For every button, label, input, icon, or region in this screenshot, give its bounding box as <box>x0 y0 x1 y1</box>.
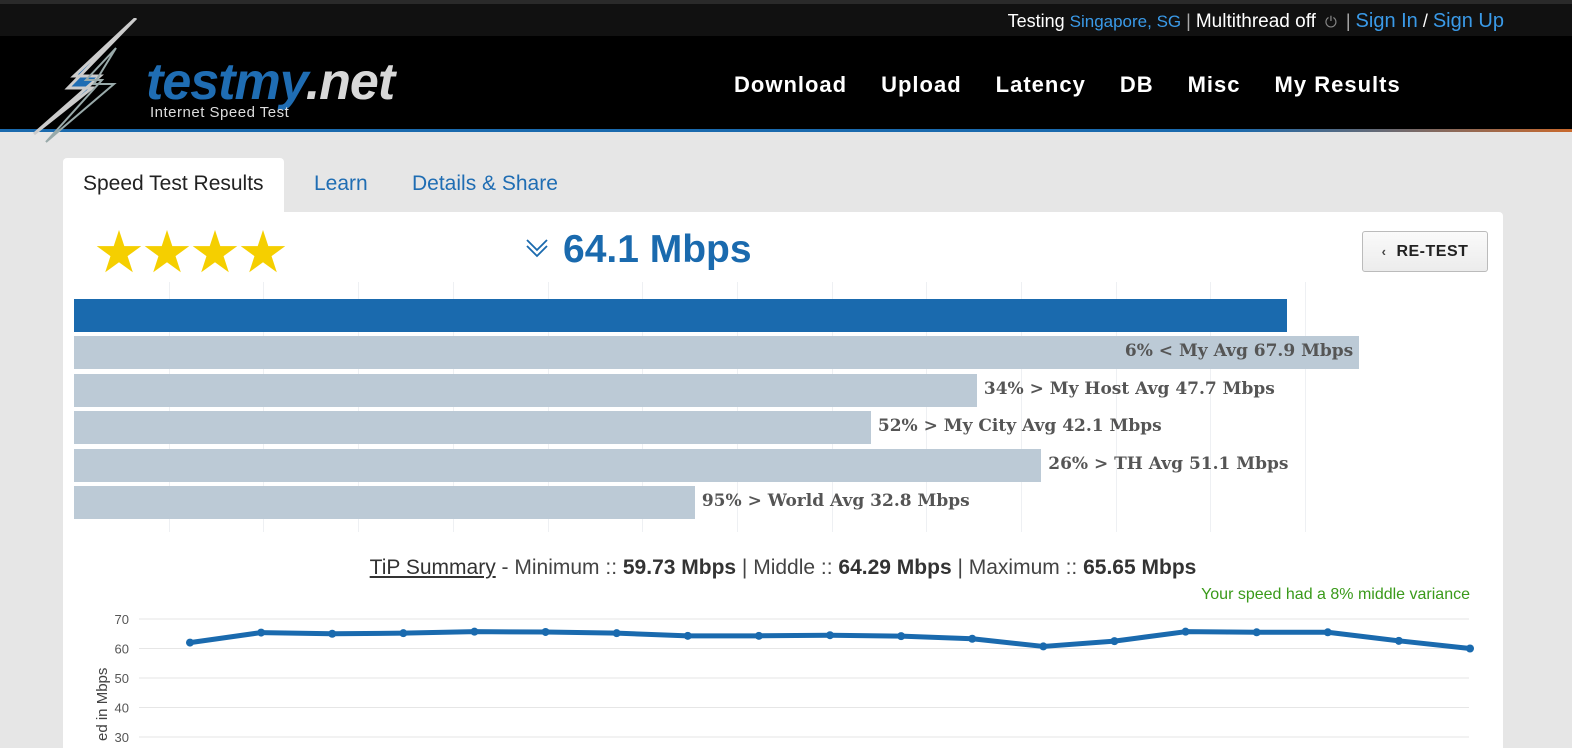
speed-data-point <box>1252 628 1261 637</box>
y-tick-label: 40 <box>115 701 129 716</box>
top-bar: Testing Singapore, SG | Multithread off … <box>0 0 1572 36</box>
comparison-bar-label: 34% > My Host Avg 47.7 Mbps <box>983 378 1275 399</box>
y-tick-label: 30 <box>115 730 129 745</box>
tab-learn[interactable]: Learn <box>314 158 368 212</box>
logo-main-text: testmy <box>146 53 307 111</box>
speed-data-point <box>1323 628 1332 637</box>
comparison-bars: 6% < My Avg 67.9 Mbps 34% > My Host Avg 4… <box>74 282 1399 542</box>
logo-net-text: .net <box>305 53 395 111</box>
comparison-bar-label: 52% > My City Avg 42.1 Mbps <box>877 416 1162 436</box>
separator: | <box>1345 11 1351 31</box>
speed-data-point <box>612 629 621 638</box>
result-speed-bar <box>74 299 1288 332</box>
power-icon[interactable]: ⏻ <box>1325 14 1337 31</box>
speed-data-point <box>257 628 266 637</box>
rating-stars: ★★★★ <box>93 218 289 286</box>
gridline <box>1305 282 1306 532</box>
test-location-link[interactable]: Singapore, SG <box>1070 12 1182 31</box>
y-tick-label: 70 <box>115 612 129 627</box>
speed-data-point <box>399 629 408 638</box>
speed-data-point <box>328 629 337 638</box>
tip-min-label: - Minimum :: <box>495 556 623 579</box>
lightning-bolt-icon <box>33 18 138 143</box>
chevron-left-icon: ‹ <box>1381 244 1387 259</box>
download-arrow-icon <box>526 239 548 258</box>
comparison-bar <box>74 448 1042 482</box>
comparison-bar <box>74 411 871 444</box>
logo-subtitle: Internet Speed Test <box>150 104 290 121</box>
top-bar-status: Testing Singapore, SG | Multithread off … <box>1008 10 1504 33</box>
tip-mid-value: 64.29 Mbps <box>838 556 952 579</box>
download-speed-value: 64.1 Mbps <box>563 228 752 271</box>
speed-data-point <box>1110 637 1119 646</box>
tab-speed-test-results[interactable]: Speed Test Results <box>63 158 284 212</box>
slash-separator: / <box>1422 11 1428 31</box>
speed-data-point <box>1394 636 1403 645</box>
tip-min-value: 59.73 Mbps <box>622 556 737 579</box>
speed-data-point <box>968 634 977 643</box>
comparison-bar <box>74 373 977 407</box>
speed-data-point <box>1466 644 1474 653</box>
site-logo[interactable]: testmy.net <box>146 52 395 112</box>
comparison-bar-label: 95% > World Avg 32.8 Mbps <box>701 491 970 511</box>
speed-data-point <box>186 638 194 647</box>
site-header: testmy.net Internet Speed Test Download U… <box>0 18 1572 143</box>
tip-summary: TiP Summary - Minimum :: 59.73 Mbps | Mi… <box>63 556 1503 580</box>
nav-upload[interactable]: Upload <box>881 72 962 98</box>
star-icon: ★ <box>93 220 145 285</box>
sign-in-link[interactable]: Sign In <box>1356 10 1418 32</box>
speed-data-point <box>1039 642 1048 651</box>
speed-data-point <box>826 631 834 640</box>
star-icon: ★ <box>189 220 241 285</box>
tip-summary-link[interactable]: TiP Summary <box>370 556 496 579</box>
nav-db[interactable]: DB <box>1120 72 1154 98</box>
sign-up-link[interactable]: Sign Up <box>1433 10 1504 32</box>
nav-misc[interactable]: Misc <box>1188 72 1241 98</box>
main-nav: Download Upload Latency DB Misc My Results <box>734 72 1435 98</box>
comparison-bar <box>74 486 695 519</box>
tip-max-label: | Maximum :: <box>951 556 1084 579</box>
nav-my-results[interactable]: My Results <box>1275 72 1401 98</box>
y-axis-label: ed in Mbps <box>94 668 111 741</box>
y-tick-label: 60 <box>115 642 129 657</box>
comparison-bar-label: 26% > TH Avg 51.1 Mbps <box>1048 453 1289 474</box>
y-tick-label: 50 <box>115 671 129 686</box>
tip-max-value: 65.65 Mbps <box>1083 556 1197 579</box>
tip-mid-label: | Middle :: <box>736 556 839 579</box>
retest-button[interactable]: ‹ RE-TEST <box>1362 231 1488 272</box>
variance-note: Your speed had a 8% middle variance <box>1201 586 1470 603</box>
speed-data-point <box>897 632 906 641</box>
testing-label: Testing <box>1007 11 1065 31</box>
speed-data-point <box>541 627 550 636</box>
comparison-bar-label: 6% < My Avg 67.9 Mbps <box>1124 341 1354 361</box>
speed-data-point <box>754 631 763 640</box>
results-panel: ★★★★ 64.1 Mbps ‹ RE-TEST 6% < My Avg 67.9… <box>63 212 1503 748</box>
star-icon: ★ <box>237 220 289 285</box>
separator: | <box>1186 11 1191 31</box>
retest-label: RE-TEST <box>1396 243 1469 260</box>
star-icon: ★ <box>141 220 193 285</box>
nav-download[interactable]: Download <box>734 72 847 98</box>
tip-line-chart: 70 60 50 40 30 ed in Mbps <box>94 612 1474 745</box>
speed-data-point <box>470 627 479 636</box>
speed-data-point <box>1181 627 1190 636</box>
multithread-toggle[interactable]: Multithread off <box>1196 11 1316 32</box>
nav-latency[interactable]: Latency <box>996 72 1086 98</box>
tab-details-share[interactable]: Details & Share <box>412 158 558 212</box>
speed-data-point <box>683 631 692 640</box>
